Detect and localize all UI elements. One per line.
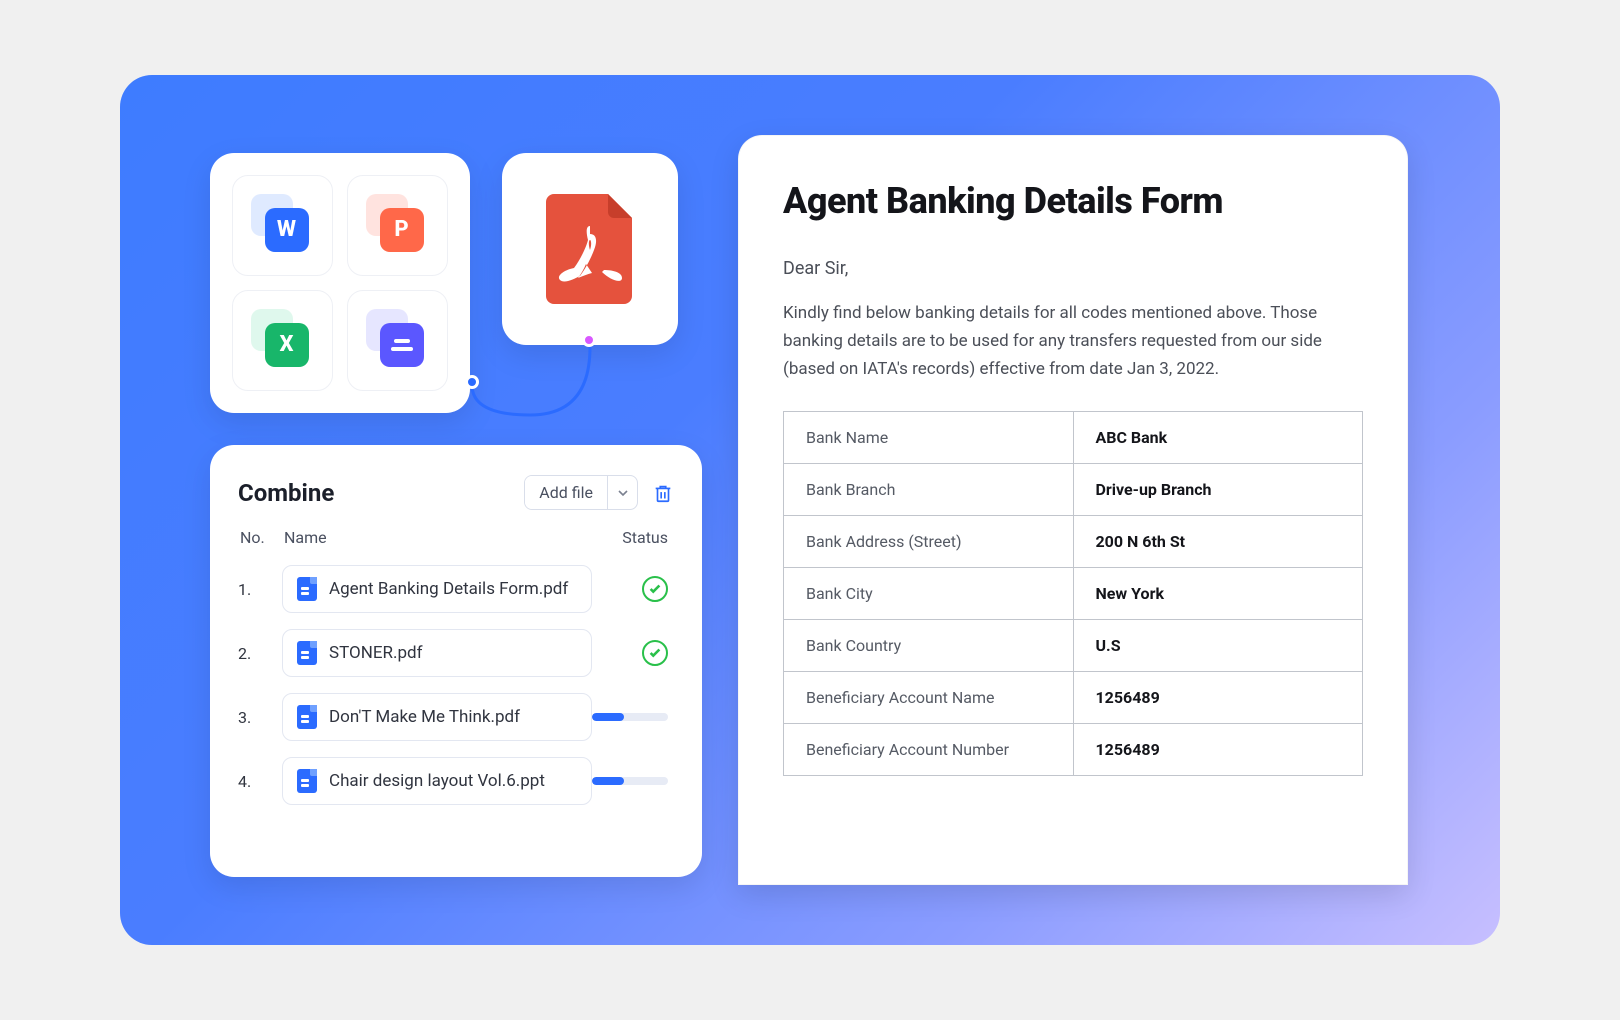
field-label: Beneficiary Account Number [784, 724, 1074, 776]
pdf-card[interactable] [502, 153, 678, 345]
field-label: Bank Name [784, 412, 1074, 464]
field-value: 1256489 [1073, 672, 1363, 724]
field-value: 1256489 [1073, 724, 1363, 776]
combine-table-header: No. Name Status [238, 528, 674, 547]
row-number: 4. [238, 772, 282, 791]
document-preview: Agent Banking Details Form Dear Sir, Kin… [738, 135, 1408, 885]
table-row: Beneficiary Account Name1256489 [784, 672, 1363, 724]
field-value: 200 N 6th St [1073, 516, 1363, 568]
pdf-icon [540, 190, 640, 308]
table-row: Bank CityNew York [784, 568, 1363, 620]
table-row: 3. Don'T Make Me Think.pdf [238, 693, 674, 741]
file-chip[interactable]: Chair design layout Vol.6.ppt [282, 757, 592, 805]
table-row: Bank CountryU.S [784, 620, 1363, 672]
word-icon: W [255, 198, 311, 254]
file-icon [297, 641, 317, 665]
file-chip[interactable]: STONER.pdf [282, 629, 592, 677]
row-status [592, 713, 674, 721]
check-circle-icon [642, 640, 668, 666]
row-number: 2. [238, 644, 282, 663]
file-icon [297, 577, 317, 601]
connector-line [470, 345, 600, 425]
filetypes-card: W P X [210, 153, 470, 413]
progress-bar [592, 777, 668, 785]
combine-title: Combine [238, 479, 334, 507]
field-value: Drive-up Branch [1073, 464, 1363, 516]
field-value: U.S [1073, 620, 1363, 672]
row-status [592, 640, 674, 666]
filetype-powerpoint-tile[interactable]: P [347, 175, 448, 276]
table-row: 4. Chair design layout Vol.6.ppt [238, 757, 674, 805]
table-row: Bank NameABC Bank [784, 412, 1363, 464]
table-row: Bank BranchDrive-up Branch [784, 464, 1363, 516]
field-label: Bank Address (Street) [784, 516, 1074, 568]
field-label: Bank Country [784, 620, 1074, 672]
doc-body: Kindly find below banking details for al… [783, 299, 1363, 383]
file-icon [297, 769, 317, 793]
filetype-excel-tile[interactable]: X [232, 290, 333, 391]
row-number: 3. [238, 708, 282, 727]
combine-panel: Combine Add file No. Name Sta [210, 445, 702, 877]
field-value: ABC Bank [1073, 412, 1363, 464]
filetype-word-tile[interactable]: W [232, 175, 333, 276]
doc-title: Agent Banking Details Form [783, 180, 1363, 222]
chevron-down-icon[interactable] [607, 476, 637, 509]
doc-salutation: Dear Sir, [783, 258, 1363, 279]
col-name: Name [284, 528, 596, 547]
row-status [592, 576, 674, 602]
file-chip[interactable]: Don'T Make Me Think.pdf [282, 693, 592, 741]
row-status [592, 777, 674, 785]
powerpoint-icon: P [370, 198, 426, 254]
col-no: No. [240, 528, 284, 547]
field-label: Bank Branch [784, 464, 1074, 516]
table-row: Beneficiary Account Number1256489 [784, 724, 1363, 776]
delete-icon[interactable] [652, 482, 674, 504]
progress-bar [592, 713, 668, 721]
form-icon [370, 313, 426, 369]
field-label: Bank City [784, 568, 1074, 620]
check-circle-icon [642, 576, 668, 602]
col-status: Status [596, 528, 668, 547]
table-row: 2. STONER.pdf [238, 629, 674, 677]
field-label: Beneficiary Account Name [784, 672, 1074, 724]
connector-node-start [465, 375, 479, 389]
app-canvas: W P X [120, 75, 1500, 945]
table-row: 1. Agent Banking Details Form.pdf [238, 565, 674, 613]
row-number: 1. [238, 580, 282, 599]
connector-node-end [582, 333, 596, 347]
file-chip[interactable]: Agent Banking Details Form.pdf [282, 565, 592, 613]
excel-icon: X [255, 313, 311, 369]
add-file-button[interactable]: Add file [524, 475, 638, 510]
file-name: Agent Banking Details Form.pdf [329, 579, 568, 599]
field-value: New York [1073, 568, 1363, 620]
add-file-label: Add file [525, 476, 607, 509]
file-name: Chair design layout Vol.6.ppt [329, 771, 545, 791]
table-row: Bank Address (Street)200 N 6th St [784, 516, 1363, 568]
file-icon [297, 705, 317, 729]
file-name: STONER.pdf [329, 643, 423, 663]
filetype-other-tile[interactable] [347, 290, 448, 391]
file-name: Don'T Make Me Think.pdf [329, 707, 520, 727]
bank-details-table: Bank NameABC BankBank BranchDrive-up Bra… [783, 411, 1363, 776]
